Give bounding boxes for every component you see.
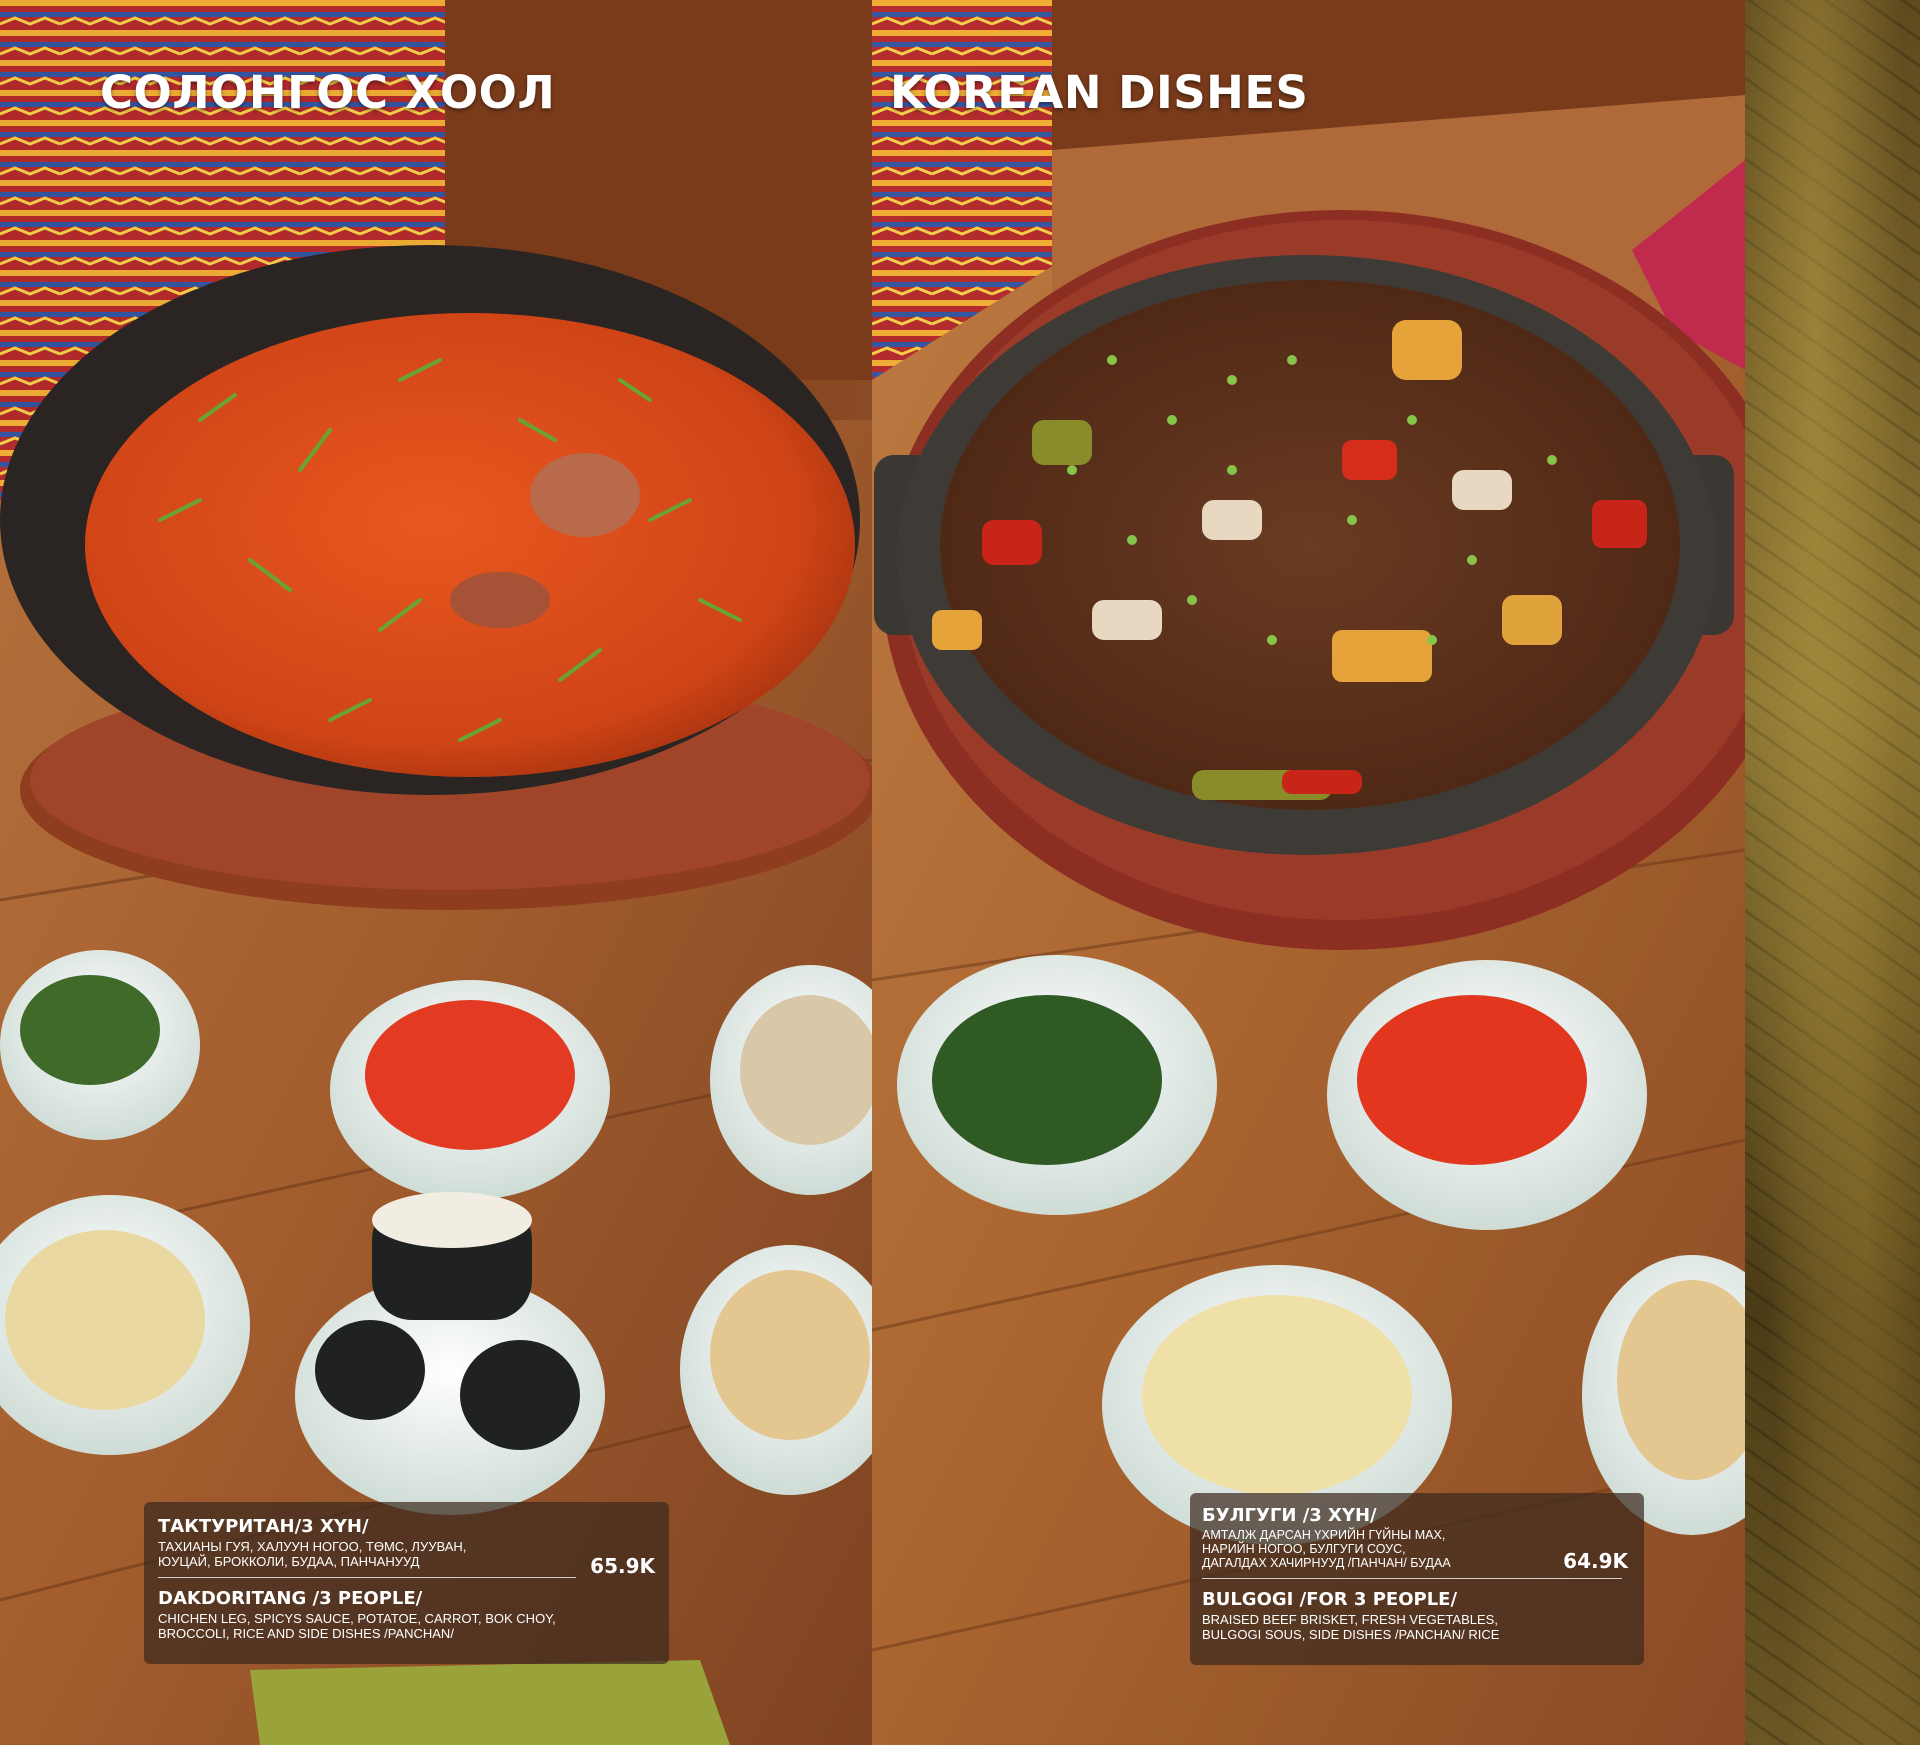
divider [1202, 1578, 1622, 1579]
menu-page-right: KOREAN DISHES БУЛГУГИ /3 ХҮН/ АМТАЛЖ ДАР… [872, 0, 1745, 1745]
divider [158, 1577, 576, 1578]
dish-info-card: БУЛГУГИ /3 ХҮН/ АМТАЛЖ ДАРСАН ҮХРИЙН ГҮЙ… [1190, 1493, 1644, 1665]
dish-name-english: DAKDORITANG /3 PEOPLE/ [158, 1588, 423, 1609]
page-title: СОЛОНГОС ХООЛ [100, 66, 556, 119]
dish-price: 64.9K [1563, 1549, 1628, 1573]
dish-info-card: ТАКТУРИТАН/3 ХҮН/ ТАХИАНЫ ГУЯ, ХАЛУУН НО… [144, 1502, 669, 1664]
dish-description-mongolian: ТАХИАНЫ ГУЯ, ХАЛУУН НОГОО, ТӨМС, ЛУУВАН,… [158, 1539, 467, 1569]
decorative-gold-strip [1745, 0, 1920, 1745]
dish-description-english: BRAISED BEEF BRISKET, FRESH VEGETABLES, … [1202, 1612, 1500, 1642]
dish-name-english: BULGOGI /FOR 3 PEOPLE/ [1202, 1589, 1458, 1610]
menu-page-left: СОЛОНГОС ХООЛ ТАКТУРИТАН/3 ХҮН/ ТАХИАНЫ … [0, 0, 872, 1745]
dish-name-mongolian: БУЛГУГИ /3 ХҮН/ [1202, 1505, 1377, 1526]
dish-price: 65.9K [590, 1554, 655, 1578]
dakdoritang-photo [0, 0, 872, 1745]
bulgogi-photo [872, 0, 1745, 1745]
page-title: KOREAN DISHES [890, 66, 1309, 119]
dish-description-english: CHICHEN LEG, SPICYS SAUCE, POTATOE, CARR… [158, 1611, 556, 1641]
dish-name-mongolian: ТАКТУРИТАН/3 ХҮН/ [158, 1516, 369, 1537]
